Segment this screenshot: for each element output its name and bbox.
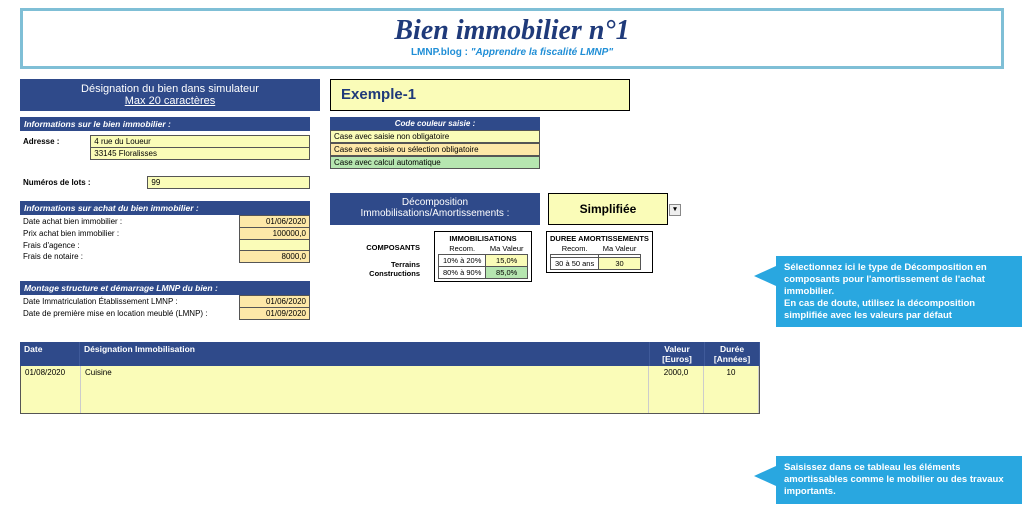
amortizations-table: Date Désignation Immobilisation Valeur[E… [20, 342, 760, 414]
row-valeur[interactable]: 2000,0 [649, 366, 704, 413]
row-duree[interactable]: 10 [704, 366, 759, 413]
arrow-left-icon [754, 266, 776, 286]
th-duree: Durée[Années] [705, 342, 760, 366]
lots-input[interactable]: 99 [148, 177, 310, 189]
row-date[interactable]: 01/08/2020 [21, 366, 81, 413]
th-date: Date [20, 342, 80, 366]
frais-agence-input[interactable] [240, 240, 310, 251]
construction-pct: 85,0% [486, 267, 528, 279]
dropdown-icon[interactable]: ▾ [669, 204, 681, 216]
table-row[interactable]: 01/08/2020 Cuisine 2000,0 10 [20, 366, 760, 414]
th-designation: Désignation Immobilisation [80, 342, 650, 366]
subtitle: LMNP.blog : "Apprendre la fiscalité LMNP… [23, 47, 1001, 58]
section-info-bien: Informations sur le bien immobilier : [20, 117, 310, 131]
decomposition-select[interactable]: Simplifiée ▾ [548, 193, 668, 225]
decomposition-header: Décomposition Immobilisations/Amortissem… [330, 193, 540, 225]
components-row: COMPOSANTS Terrains Constructions IMMOBI… [330, 231, 710, 282]
section-info-achat: Informations sur achat du bien immobilie… [20, 201, 310, 215]
duree-box: DUREE AMORTISSEMENTS Recom.Ma Valeur 30 … [546, 231, 653, 273]
subtitle-tagline: "Apprendre la fiscalité LMNP" [471, 47, 613, 58]
date-achat-input[interactable]: 01/06/2020 [240, 216, 310, 228]
arrow-left-icon [754, 466, 776, 486]
page-title: Bien immobilier n°1 [23, 15, 1001, 47]
th-valeur: Valeur[Euros] [650, 342, 705, 366]
callout-table: Saisissez dans ce tableau les éléments a… [776, 456, 1022, 504]
legend-optional: Case avec saisie non obligatoire [330, 130, 540, 143]
section-montage: Montage structure et démarrage LMNP du b… [20, 281, 310, 295]
title-box: Bien immobilier n°1 LMNP.blog : "Apprend… [20, 8, 1004, 69]
frais-notaire-input[interactable]: 8000,0 [240, 251, 310, 263]
duree-input[interactable]: 30 [599, 258, 641, 270]
designation-row: Désignation du bien dans simulateur Max … [20, 79, 1004, 111]
date-location-input[interactable]: 01/09/2020 [240, 308, 310, 320]
lots-label: Numéros de lots : [20, 177, 148, 189]
designation-input[interactable]: Exemple-1 [330, 79, 630, 111]
date-immat-input[interactable]: 01/06/2020 [240, 296, 310, 308]
adresse-label: Adresse : [20, 136, 91, 148]
left-column: Informations sur le bien immobilier : Ad… [20, 117, 310, 320]
terrain-pct-input[interactable]: 15,0% [486, 255, 528, 267]
middle-column: Code couleur saisie : Case avec saisie n… [330, 117, 710, 320]
adresse-line1[interactable]: 4 rue du Loueur [91, 136, 310, 148]
immobilisations-box: IMMOBILISATIONS Recom.Ma Valeur 10% à 20… [434, 231, 532, 282]
row-designation[interactable]: Cuisine [81, 366, 649, 413]
designation-header: Désignation du bien dans simulateur Max … [20, 79, 320, 111]
adresse-line2[interactable]: 33145 Floralisses [91, 148, 310, 160]
callout-decomposition: Sélectionnez ici le type de Décompositio… [776, 256, 1022, 327]
decomposition-row: Décomposition Immobilisations/Amortissem… [330, 193, 710, 225]
code-legend: Code couleur saisie : Case avec saisie n… [330, 117, 540, 169]
prix-achat-input[interactable]: 100000,0 [240, 228, 310, 240]
subtitle-site: LMNP.blog [411, 47, 462, 58]
legend-required: Case avec saisie ou sélection obligatoir… [330, 143, 540, 156]
legend-auto: Case avec calcul automatique [330, 156, 540, 169]
